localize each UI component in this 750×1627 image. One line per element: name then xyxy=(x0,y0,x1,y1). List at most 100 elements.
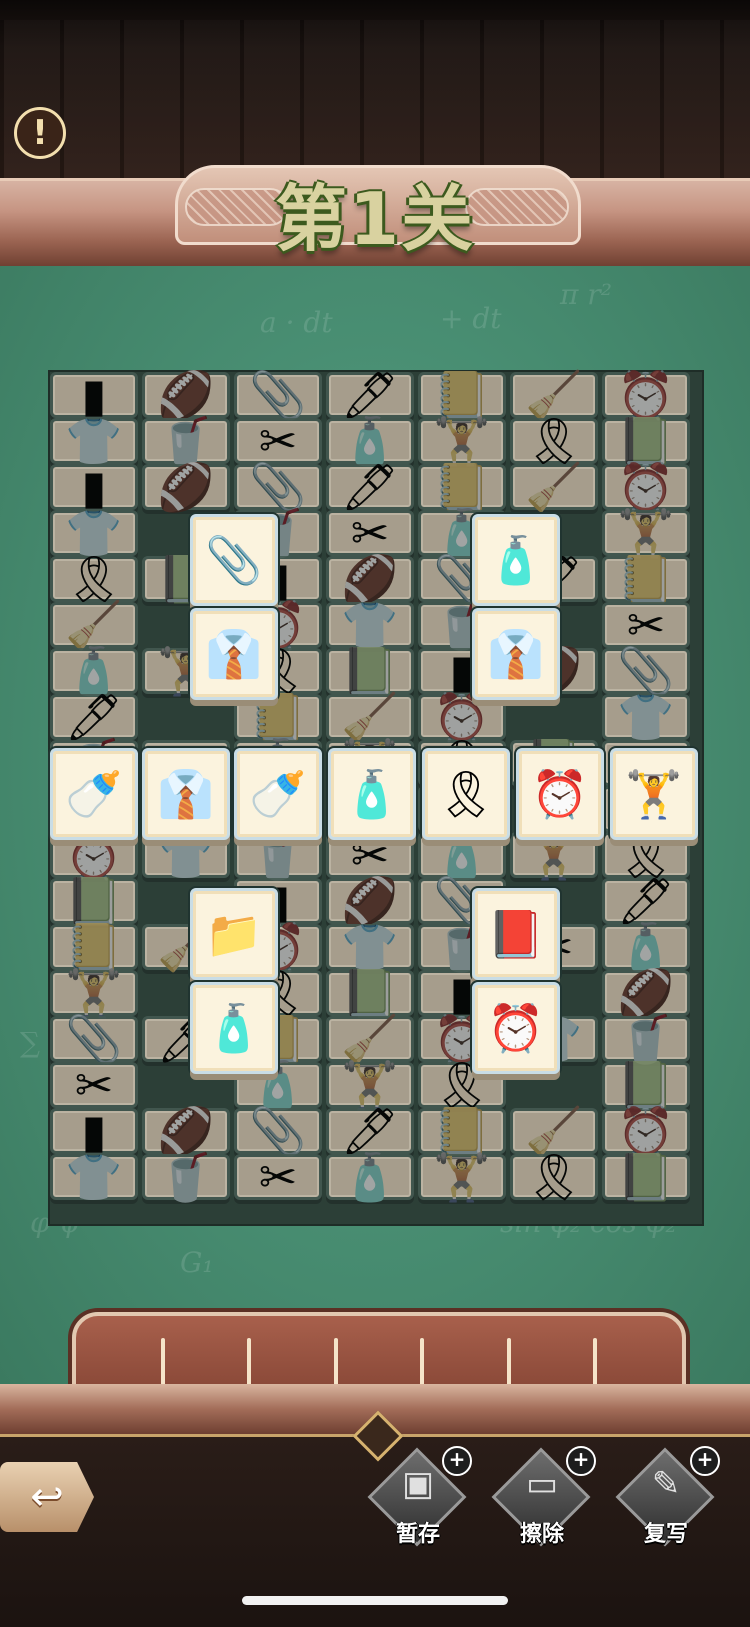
covered-tile: 🧴 xyxy=(50,648,138,694)
covered-tile: 🖊 xyxy=(50,694,138,740)
shirt-tie-tile[interactable]: 👔 xyxy=(472,608,560,700)
covered-tile: ▮ xyxy=(50,464,138,510)
covered-tile: 📒 xyxy=(418,1108,506,1154)
covered: 📗 xyxy=(617,414,675,468)
covered: 📗 xyxy=(341,644,399,698)
toothpaste-tile[interactable]: 🧴 xyxy=(190,982,278,1074)
covered: 🧹 xyxy=(525,368,583,422)
covered: ⏰ xyxy=(617,1104,675,1158)
notebook-tile[interactable]: 📕 xyxy=(472,888,560,980)
water-bottle-tile[interactable]: 🍼 xyxy=(50,748,138,840)
covered: 👕 xyxy=(341,598,399,652)
covered: 🖊 xyxy=(340,368,400,422)
covered-tile: 📒 xyxy=(602,556,690,602)
covered-tile: 🖊 xyxy=(326,372,414,418)
covered-tile: 🥤 xyxy=(142,1154,230,1200)
tape-roll-tile[interactable]: 🎗 xyxy=(422,748,510,840)
covered: 🏋 xyxy=(341,1058,399,1112)
covered: 🖊 xyxy=(340,1104,400,1158)
covered: 🧹 xyxy=(525,460,583,514)
tile-board: ▮🏈📎🖊📒🧹⏰👕🥤✂🧴🏋🎗📗▮🏈📎🖊📒🧹⏰👕🥤✂🧴🏋🎗📗▮🏈📎🖊📒🧹⏰👕🥤✂🧴🏋… xyxy=(48,370,704,1226)
covered: 🧴 xyxy=(341,414,399,468)
add-erase-icon[interactable]: + xyxy=(566,1446,596,1476)
covered-tile: 🖊 xyxy=(326,1108,414,1154)
dumbbell-tile[interactable]: 🏋 xyxy=(610,748,698,840)
stash-label: 暂存 xyxy=(395,1522,440,1547)
covered: 📎 xyxy=(65,1012,123,1066)
alarm-clock: ⏰ xyxy=(531,767,589,821)
covered: 📒 xyxy=(433,460,491,514)
covered: 📒 xyxy=(433,368,491,422)
covered-tile: 📒 xyxy=(234,694,322,740)
shirt-tie-tile[interactable]: 👔 xyxy=(142,748,230,840)
covered: 🧹 xyxy=(65,598,123,652)
covered-tile: 🖊 xyxy=(602,878,690,924)
info-button[interactable]: ! xyxy=(14,107,66,159)
covered-tile: 🏈 xyxy=(142,464,230,510)
covered-tile: 👕 xyxy=(602,694,690,740)
toothpaste: 🧴 xyxy=(487,533,545,587)
file-folder-tile[interactable]: 📁 xyxy=(190,888,278,980)
covered: 📒 xyxy=(617,552,675,606)
shirt-tie: 👔 xyxy=(205,627,263,681)
add-stash-icon[interactable]: + xyxy=(442,1446,472,1476)
shirt-tie-tile[interactable]: 👔 xyxy=(190,608,278,700)
water-bottle: 🍼 xyxy=(65,767,123,821)
covered: 📒 xyxy=(249,690,307,744)
covered: 🏈 xyxy=(157,460,215,514)
covered: 📗 xyxy=(617,1150,675,1204)
covered: 📒 xyxy=(65,920,123,974)
covered-tile: 👕 xyxy=(50,1154,138,1200)
file-folder: 📁 xyxy=(205,907,263,961)
water-bottle-tile[interactable]: 🍼 xyxy=(234,748,322,840)
covered: 🧹 xyxy=(525,1104,583,1158)
covered: 📒 xyxy=(433,1104,491,1158)
covered: 🖊 xyxy=(340,460,400,514)
covered-tile: ✂ xyxy=(50,1062,138,1108)
covered-tile: 🥤 xyxy=(142,418,230,464)
covered: ✂ xyxy=(350,506,390,560)
covered-tile: 🧹 xyxy=(510,372,598,418)
covered-tile: 📗 xyxy=(602,1062,690,1108)
add-rewrite-icon[interactable]: + xyxy=(690,1446,720,1476)
covered-tile: ✂ xyxy=(326,510,414,556)
dumbbell: 🏋 xyxy=(625,767,683,821)
covered-tile: 🧹 xyxy=(50,602,138,648)
covered: 🏈 xyxy=(617,966,675,1020)
stash-button[interactable]: ▣ 暂存 + xyxy=(367,1446,472,1556)
covered-tile: 🏈 xyxy=(602,970,690,1016)
covered-tile: 🧹 xyxy=(510,464,598,510)
back-button[interactable]: ↩ xyxy=(0,1462,94,1532)
covered: 📗 xyxy=(341,966,399,1020)
covered: ⏰ xyxy=(433,690,491,744)
covered-tile: 🏈 xyxy=(142,372,230,418)
covered: 🥤 xyxy=(617,1012,675,1066)
covered: ✂ xyxy=(258,1150,298,1204)
covered-tile: 👕 xyxy=(50,418,138,464)
covered-tile: 📗 xyxy=(326,970,414,1016)
covered-tile: 📎 xyxy=(234,372,322,418)
rewrite-button[interactable]: ✎ 复写 + xyxy=(615,1446,720,1556)
covered-tile: 👕 xyxy=(326,924,414,970)
covered: 🏈 xyxy=(341,874,399,928)
alarm-clock-tile[interactable]: ⏰ xyxy=(472,982,560,1074)
toothpaste-tile[interactable]: 🧴 xyxy=(328,748,416,840)
covered: ▮ xyxy=(449,966,475,1020)
covered: 🧴 xyxy=(65,644,123,698)
toothpaste-tile[interactable]: 🧴 xyxy=(472,514,560,606)
alarm-clock-tile[interactable]: ⏰ xyxy=(516,748,604,840)
covered-tile: 📗 xyxy=(602,418,690,464)
covered: 🏋 xyxy=(433,414,491,468)
covered: 👕 xyxy=(341,920,399,974)
erase-button[interactable]: ▭ 擦除 + xyxy=(491,1446,596,1556)
shirt-tie: 👔 xyxy=(157,767,215,821)
covered-tile: ▮ xyxy=(50,372,138,418)
paperclip-tile[interactable]: 📎 xyxy=(190,514,278,606)
covered: 🏋 xyxy=(65,966,123,1020)
covered: ▮ xyxy=(81,460,107,514)
covered-tile: 🏋 xyxy=(418,1154,506,1200)
covered: 📎 xyxy=(249,368,307,422)
covered-tile: 📒 xyxy=(50,924,138,970)
covered: 🧴 xyxy=(617,920,675,974)
covered-tile: 🏈 xyxy=(326,878,414,924)
